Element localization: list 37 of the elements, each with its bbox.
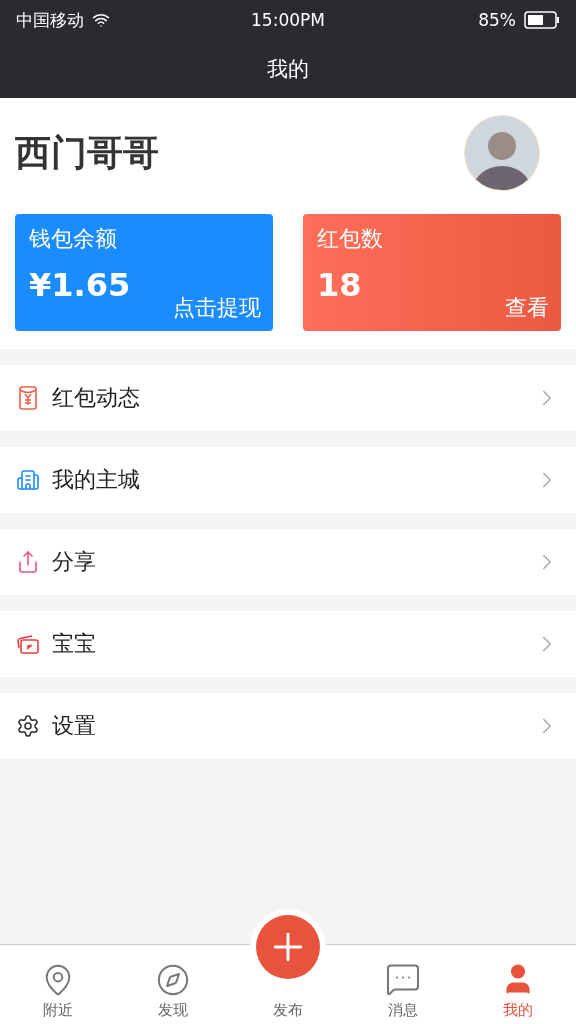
menu-item[interactable]: 宝宝 [0, 611, 576, 677]
wifi-icon [92, 11, 110, 29]
card-action-link[interactable]: 点击提现 [173, 293, 261, 323]
card-label: 钱包余额 [29, 225, 118, 253]
cards-icon [16, 632, 40, 656]
menu-label: 宝宝 [52, 630, 97, 658]
tab[interactable]: 附近 [0, 945, 116, 1024]
building-icon [16, 468, 40, 492]
menu-label: 分享 [52, 548, 97, 576]
menu-label: 设置 [52, 712, 97, 740]
message-icon [385, 961, 422, 997]
clock: 15:00PM [251, 10, 325, 30]
carrier-name: 中国移动 [16, 8, 84, 32]
battery-percent: 85% [478, 10, 516, 30]
menu-item[interactable]: 我的主城 [0, 447, 576, 513]
user-name: 西门哥哥 [15, 130, 159, 175]
wallet-card[interactable]: 钱包余额 ¥1.65 点击提现 [15, 214, 273, 331]
tab[interactable]: 消息 [345, 945, 461, 1024]
menu-item[interactable]: 红包动态 [0, 365, 576, 431]
tab[interactable]: 发现 [115, 945, 231, 1024]
menu-item[interactable]: 设置 [0, 693, 576, 759]
menu-label: 我的主城 [52, 466, 141, 494]
envelope-icon [16, 385, 40, 411]
card-value: 18 [317, 266, 363, 304]
card-value: ¥1.65 [29, 266, 132, 304]
tab[interactable]: 我的 [460, 945, 576, 1024]
compass-icon [155, 963, 190, 997]
menu-item[interactable]: 分享 [0, 529, 576, 595]
battery-icon [524, 11, 560, 29]
card-action-link[interactable]: 查看 [505, 293, 549, 323]
settings-icon [16, 714, 40, 738]
lucky-money-card[interactable]: 红包数 18 查看 [303, 214, 561, 331]
tab-label[interactable]: 发布 [273, 1001, 303, 1020]
card-label: 红包数 [317, 225, 384, 253]
share-icon [16, 550, 40, 574]
menu-label: 红包动态 [52, 384, 141, 412]
page-title: 我的 [267, 56, 309, 83]
